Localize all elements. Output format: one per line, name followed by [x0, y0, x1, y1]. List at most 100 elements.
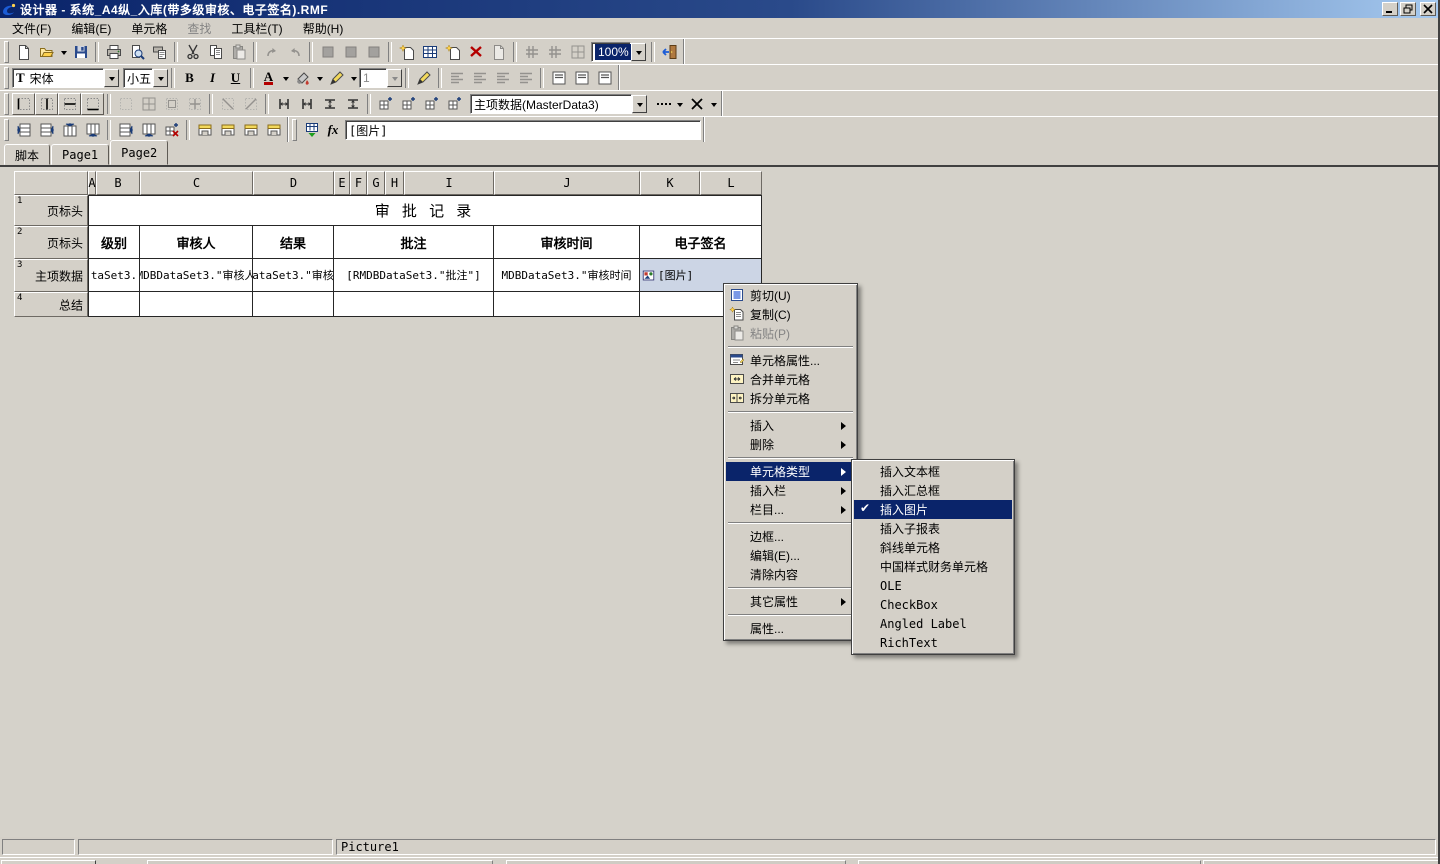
- taskbar-start-button[interactable]: [1, 860, 96, 864]
- empty-cell[interactable]: [140, 292, 253, 317]
- tab-script[interactable]: 脚本: [4, 144, 50, 165]
- menu-find[interactable]: 查找: [177, 17, 221, 40]
- menu-item-clear-content[interactable]: 清除内容: [726, 565, 855, 584]
- menu-item-paste[interactable]: 粘贴(P): [726, 324, 855, 343]
- font-name-combo[interactable]: T 宋体: [12, 68, 119, 88]
- blank-page-button[interactable]: [487, 41, 510, 63]
- zoom-combo[interactable]: 100%: [591, 42, 646, 62]
- insert-row-above-button[interactable]: [12, 119, 35, 141]
- insert-field-button[interactable]: [300, 119, 323, 141]
- align-left-button[interactable]: [445, 67, 468, 89]
- border-inner-button[interactable]: [183, 93, 206, 115]
- menu-item-properties[interactable]: 属性...: [726, 619, 855, 638]
- shrink-width-button[interactable]: [272, 93, 295, 115]
- no-line-dropdown[interactable]: [708, 94, 719, 114]
- print-preview-button[interactable]: [125, 41, 148, 63]
- column-header-C[interactable]: C: [140, 171, 253, 195]
- show-grid-button[interactable]: [520, 41, 543, 63]
- font-color-dropdown[interactable]: [280, 68, 291, 88]
- taskbar-window-button[interactable]: [1203, 860, 1438, 864]
- submenu-item-ole[interactable]: OLE: [854, 576, 1012, 595]
- design-area[interactable]: A B C D E F G H I J K L 1 页标头 审 批 记 录 2 …: [0, 165, 1438, 837]
- fx-button[interactable]: fx: [323, 119, 343, 141]
- band-tool-button-4[interactable]: [262, 119, 285, 141]
- font-size-combo[interactable]: 小五: [123, 68, 168, 88]
- column-header-I[interactable]: I: [404, 171, 494, 195]
- layer-button-2[interactable]: [339, 41, 362, 63]
- copy-button[interactable]: [204, 41, 227, 63]
- row-header-2[interactable]: 2 页标头: [14, 226, 88, 259]
- column-header-F[interactable]: F: [350, 171, 367, 195]
- menu-edit[interactable]: 编辑(E): [61, 17, 121, 40]
- expand-height-button[interactable]: [341, 93, 364, 115]
- grid-corner[interactable]: [14, 171, 88, 195]
- open-button[interactable]: [35, 41, 58, 63]
- border-all-button[interactable]: [137, 93, 160, 115]
- column-header-H[interactable]: H: [385, 171, 404, 195]
- band-tool-button-3[interactable]: [239, 119, 262, 141]
- redo-button[interactable]: [260, 41, 283, 63]
- empty-cell[interactable]: [88, 292, 140, 317]
- menu-toolbars[interactable]: 工具栏(T): [221, 17, 292, 40]
- expand-width-button[interactable]: [295, 93, 318, 115]
- dataset-dropdown[interactable]: [632, 95, 647, 113]
- align-center-button[interactable]: [468, 67, 491, 89]
- insert-cell-right-button[interactable]: [397, 93, 420, 115]
- exit-button[interactable]: [658, 41, 681, 63]
- empty-cell[interactable]: [253, 292, 334, 317]
- menu-item-cut[interactable]: 剪切(U): [726, 286, 855, 305]
- dataset-combo[interactable]: 主项数据(MasterData3): [470, 94, 647, 114]
- menu-item-other-properties[interactable]: 其它属性: [726, 592, 855, 611]
- menu-item-delete[interactable]: 删除: [726, 435, 855, 454]
- data-cell-comment[interactable]: [RMDBDataSet3."批注"]: [334, 259, 494, 292]
- row-header-1[interactable]: 1 页标头: [14, 195, 88, 226]
- valign-top-button[interactable]: [547, 67, 570, 89]
- new-button[interactable]: [12, 41, 35, 63]
- snap-grid-button[interactable]: [543, 41, 566, 63]
- insert-cell-below-button[interactable]: [443, 93, 466, 115]
- border-none-button[interactable]: [114, 93, 137, 115]
- menu-item-merge-cells[interactable]: 合并单元格: [726, 370, 855, 389]
- font-color-button[interactable]: A: [257, 67, 280, 89]
- menu-item-insert[interactable]: 插入: [726, 416, 855, 435]
- border-left-button[interactable]: [12, 93, 35, 115]
- column-header-J[interactable]: J: [494, 171, 640, 195]
- menu-cell[interactable]: 单元格: [121, 17, 177, 40]
- menu-item-edit[interactable]: 编辑(E)...: [726, 546, 855, 565]
- layer-button-1[interactable]: [316, 41, 339, 63]
- menu-item-split-cells[interactable]: 拆分单元格: [726, 389, 855, 408]
- submenu-item-diagonal-cell[interactable]: 斜线单元格: [854, 538, 1012, 557]
- empty-cell[interactable]: [494, 292, 640, 317]
- menu-file[interactable]: 文件(F): [2, 17, 61, 40]
- toolbar-grip[interactable]: [4, 93, 9, 115]
- column-header-A[interactable]: A: [88, 171, 96, 195]
- toolbar-grip[interactable]: [4, 67, 9, 89]
- insert-band-button[interactable]: [395, 41, 418, 63]
- layer-button-3[interactable]: [362, 41, 385, 63]
- empty-cell[interactable]: [334, 292, 494, 317]
- page-setup-button[interactable]: [148, 41, 171, 63]
- border-vertical-button[interactable]: [35, 93, 58, 115]
- undo-button[interactable]: [283, 41, 306, 63]
- diagonal-down-button[interactable]: [216, 93, 239, 115]
- menu-item-copy[interactable]: 复制(C): [726, 305, 855, 324]
- toolbar-grip[interactable]: [4, 41, 9, 63]
- taskbar-window-button[interactable]: [147, 860, 493, 864]
- delete-col-button[interactable]: [137, 119, 160, 141]
- submenu-item-insert-subreport[interactable]: 插入子报表: [854, 519, 1012, 538]
- data-cell-audit-time[interactable]: MDBDataSet3."审核时间: [494, 259, 640, 292]
- print-button[interactable]: [102, 41, 125, 63]
- close-button[interactable]: [1420, 2, 1436, 16]
- column-header-K[interactable]: K: [640, 171, 700, 195]
- align-justify-button[interactable]: [514, 67, 537, 89]
- line-style-button[interactable]: [651, 93, 674, 115]
- submenu-item-checkbox[interactable]: CheckBox: [854, 595, 1012, 614]
- column-header-B[interactable]: B: [96, 171, 140, 195]
- banner-cell[interactable]: 审 批 记 录: [88, 195, 762, 226]
- submenu-item-richtext[interactable]: RichText: [854, 633, 1012, 652]
- save-button[interactable]: [69, 41, 92, 63]
- grid-cells-button[interactable]: [566, 41, 589, 63]
- taskbar-window-button[interactable]: [858, 860, 1201, 864]
- taskbar-window-button[interactable]: [506, 860, 846, 864]
- paste-button[interactable]: [227, 41, 250, 63]
